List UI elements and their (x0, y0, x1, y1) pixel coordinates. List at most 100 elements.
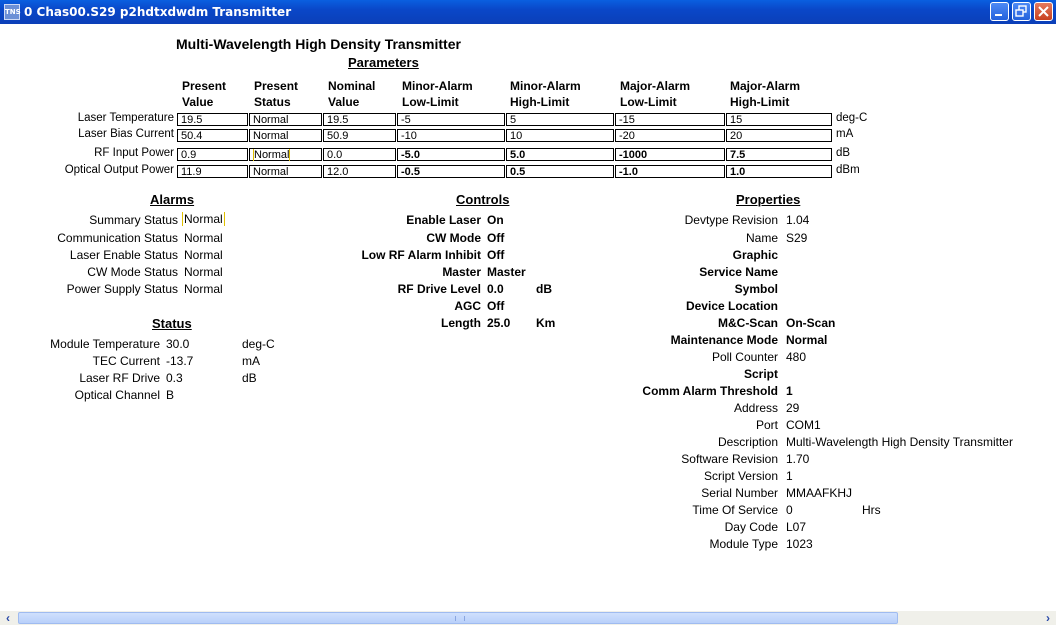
col-present-value: Present Value (182, 79, 227, 109)
control-value[interactable]: Off (487, 299, 504, 313)
property-label: Script (743, 367, 778, 381)
property-label: Poll Counter (711, 350, 778, 364)
control-value[interactable]: Master (487, 265, 526, 279)
property-label: Device Location (685, 299, 778, 313)
parameters-header: Parameters (348, 55, 419, 70)
status-unit: dB (242, 371, 257, 385)
nominal-value-cell[interactable]: 0.0 (323, 148, 396, 161)
control-unit: dB (536, 282, 552, 296)
control-label: Enable Laser (406, 213, 481, 227)
param-unit: dB (836, 147, 851, 159)
control-label: Length (441, 316, 481, 330)
minor-low-cell[interactable]: -5.0 (397, 148, 505, 161)
minor-low-cell[interactable]: -0.5 (397, 165, 505, 178)
present-value-cell[interactable]: 0.9 (177, 148, 248, 161)
minor-low-cell[interactable]: -10 (397, 129, 505, 142)
alarms-header: Alarms (150, 192, 195, 207)
col-major-low: Major-Alarm Low-Limit (620, 79, 691, 109)
param-label: Optical Output Power (64, 164, 174, 176)
major-high-cell[interactable]: 15 (726, 113, 832, 126)
alarm-value: Normal (184, 231, 223, 245)
scrollbar-thumb[interactable] (18, 612, 898, 624)
property-label: Name (745, 231, 778, 245)
param-label: Laser Bias Current (78, 128, 174, 140)
status-value: 30.0 (166, 337, 190, 351)
property-value[interactable]: Normal (786, 333, 827, 347)
present-status-cell: Normal (249, 113, 322, 126)
property-label: Time Of Service (692, 503, 778, 517)
property-value: 1.04 (786, 213, 810, 227)
app-icon[interactable]: TNS (4, 4, 21, 20)
col-minor-high: Minor-Alarm High-Limit (510, 79, 581, 109)
property-label: Serial Number (701, 486, 778, 500)
window-titlebar[interactable]: TNS 0 Chas00.S29 p2hdtxdwdm Transmitter (0, 0, 1056, 24)
controls-header: Controls (456, 192, 510, 207)
status-unit: mA (242, 354, 260, 368)
nominal-value-cell[interactable]: 50.9 (323, 129, 396, 142)
present-value-cell[interactable]: 11.9 (177, 165, 248, 178)
minor-high-cell[interactable]: 5 (506, 113, 614, 126)
control-label: CW Mode (426, 231, 481, 245)
alarm-value: Normal (184, 248, 223, 262)
control-value[interactable]: Off (487, 231, 504, 245)
scroll-left-icon[interactable]: ‹ (0, 611, 16, 625)
major-low-cell[interactable]: -1000 (615, 148, 725, 161)
control-label: AGC (454, 299, 481, 313)
nominal-value-cell[interactable]: 19.5 (323, 113, 396, 126)
minor-high-cell[interactable]: 5.0 (506, 148, 614, 161)
minor-low-cell[interactable]: -5 (397, 113, 505, 126)
col-minor-low: Minor-Alarm Low-Limit (402, 79, 473, 109)
alarm-label: Summary Status (89, 213, 178, 227)
horizontal-scrollbar[interactable]: ‹ › (0, 611, 1056, 625)
alarm-value: Normal (184, 265, 223, 279)
control-unit: Km (536, 316, 556, 330)
status-highlight: Normal (253, 149, 291, 161)
param-unit: dBm (836, 164, 860, 176)
minor-high-cell[interactable]: 0.5 (506, 165, 614, 178)
alarm-value: Normal (184, 282, 223, 296)
control-label: RF Drive Level (397, 282, 481, 296)
alarm-label: Laser Enable Status (69, 248, 178, 262)
present-value-cell[interactable]: 19.5 (177, 113, 248, 126)
scroll-right-icon[interactable]: › (1040, 611, 1056, 625)
major-low-cell[interactable]: -1.0 (615, 165, 725, 178)
status-header: Status (152, 316, 192, 331)
property-label: Software Revision (681, 452, 778, 466)
minimize-icon (995, 14, 1002, 16)
property-label: M&C-Scan (717, 316, 778, 330)
restore-button[interactable] (1012, 2, 1031, 21)
control-value[interactable]: On (487, 213, 504, 227)
page-title: Multi-Wavelength High Density Transmitte… (176, 36, 461, 52)
property-value[interactable]: On-Scan (786, 316, 835, 330)
major-low-cell[interactable]: -15 (615, 113, 725, 126)
properties-header: Properties (736, 192, 801, 207)
major-high-cell[interactable]: 7.5 (726, 148, 832, 161)
major-high-cell[interactable]: 20 (726, 129, 832, 142)
minimize-button[interactable] (990, 2, 1009, 21)
param-unit: deg-C (836, 112, 868, 124)
alarm-label: Communication Status (57, 231, 178, 245)
status-label: Optical Channel (74, 388, 160, 402)
control-value[interactable]: Off (487, 248, 504, 262)
col-major-high: Major-Alarm High-Limit (730, 79, 801, 109)
control-value[interactable]: 25.0 (487, 316, 510, 330)
property-label: Maintenance Mode (670, 333, 778, 347)
major-low-cell[interactable]: -20 (615, 129, 725, 142)
status-value: -13.7 (166, 354, 194, 368)
present-value-cell[interactable]: 50.4 (177, 129, 248, 142)
property-value: 0 (786, 503, 793, 517)
property-label: Symbol (734, 282, 778, 296)
property-label: Service Name (699, 265, 778, 279)
param-label: Laser Temperature (77, 112, 174, 124)
property-value[interactable]: 1 (786, 384, 793, 398)
major-high-cell[interactable]: 1.0 (726, 165, 832, 178)
property-label: Description (717, 435, 778, 449)
property-label: Graphic (732, 248, 778, 262)
control-value[interactable]: 0.0 (487, 282, 504, 296)
nominal-value-cell[interactable]: 12.0 (323, 165, 396, 178)
minor-high-cell[interactable]: 10 (506, 129, 614, 142)
property-value: Multi-Wavelength High Density Transmitte… (786, 435, 1013, 449)
property-value: S29 (786, 231, 808, 245)
close-button[interactable] (1034, 2, 1053, 21)
property-label: Address (733, 401, 778, 415)
